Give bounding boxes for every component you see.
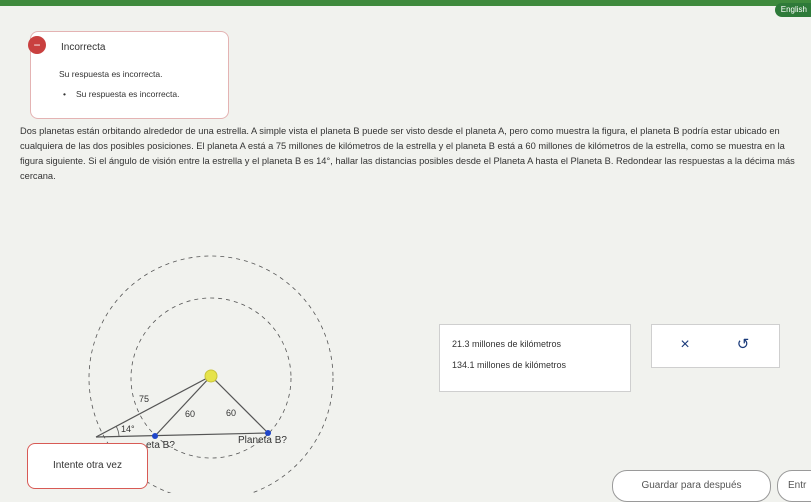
clear-button[interactable]: × [674,335,696,355]
enter-button[interactable]: Entr [777,470,811,502]
line-star-to-b-far [210,375,269,434]
answer-tools: × ↺ [651,324,780,368]
error-icon: − [28,36,46,54]
answer-item: 21.3 millones de kilómetros [452,339,562,349]
problem-statement: Dos planetas están orbitando alrededor d… [20,126,795,181]
language-button[interactable]: English [774,3,811,17]
save-for-later-button[interactable]: Guardar para después [612,470,771,502]
line-star-to-b-near [154,375,212,437]
planet-b-near-marker [152,433,158,439]
label-planet-b-left: eta B? [146,440,175,451]
feedback-title: Incorrecta [61,42,106,53]
feedback-bullet: Su respuesta es incorrecta. [63,89,180,99]
angle-arc [115,425,120,437]
label-60-right: 60 [226,408,236,418]
feedback-panel: − Incorrecta Su respuesta es incorrecta.… [28,31,229,119]
label-angle: 14° [121,424,135,434]
label-planet-b-right: Planeta B? [238,435,287,446]
retry-button[interactable]: Intente otra vez [27,443,148,489]
star-icon [204,369,218,383]
answer-item: 134.1 millones de kilómetros [452,360,567,370]
feedback-message: Su respuesta es incorrecta. [59,69,163,79]
label-75: 75 [139,394,149,404]
answer-box[interactable]: 21.3 millones de kilómetros 134.1 millon… [439,324,631,392]
undo-button[interactable]: ↺ [732,335,754,355]
top-bar [0,0,811,6]
line-a-to-star [95,375,212,438]
label-60-left: 60 [185,409,195,419]
